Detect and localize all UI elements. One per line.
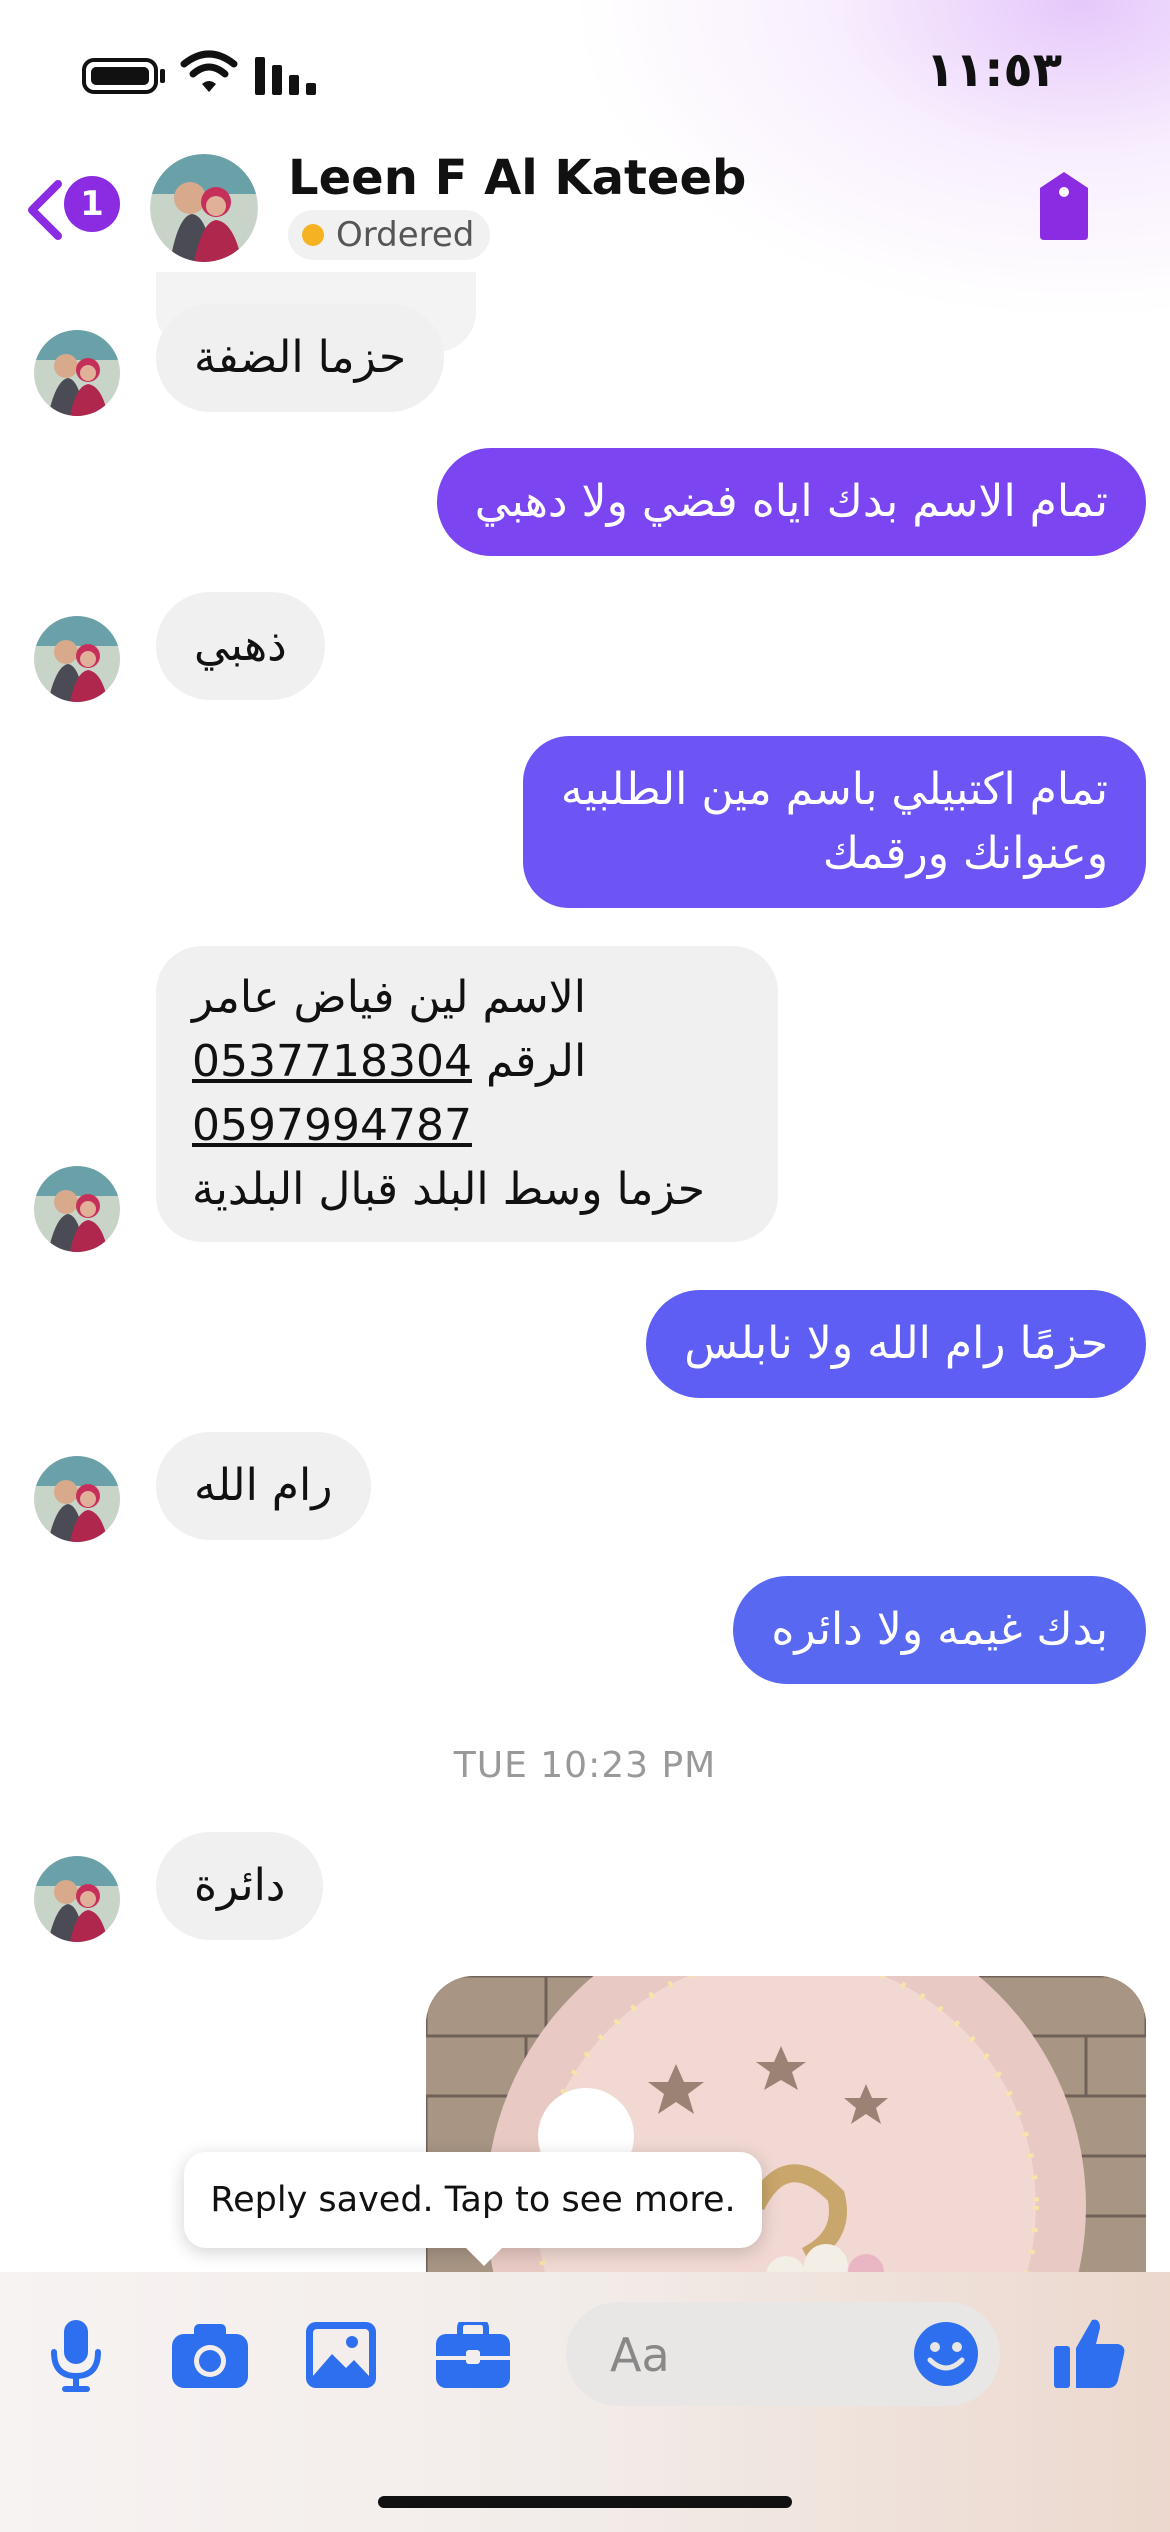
signal-icon xyxy=(255,57,316,95)
status-label: Ordered xyxy=(336,215,475,255)
outgoing-message[interactable]: حزمًا رام الله ولا نابلس xyxy=(646,1290,1146,1398)
incoming-message[interactable]: دائرة xyxy=(156,1832,324,1940)
sender-avatar[interactable] xyxy=(34,616,120,702)
back-button[interactable]: 1 xyxy=(24,174,124,242)
unread-badge: 1 xyxy=(64,176,120,232)
briefcase-icon[interactable] xyxy=(436,2322,510,2388)
outgoing-message[interactable]: تمام الاسم بدك اياه فضي ولا دهبي xyxy=(436,448,1146,556)
incoming-message[interactable]: الاسم لين فياض عامر 0537718304 الرقم 059… xyxy=(156,946,778,1242)
incoming-message[interactable]: حزما الضفة xyxy=(156,304,445,412)
like-icon[interactable] xyxy=(1054,2316,1126,2390)
reply-saved-tooltip[interactable]: Reply saved. Tap to see more. xyxy=(184,2152,762,2266)
message-line: 0597994787 xyxy=(192,1094,742,1158)
phone-link[interactable]: 0597994787 xyxy=(192,1100,472,1151)
wifi-icon xyxy=(180,50,238,92)
message-line: وعنوانك ورقمك xyxy=(822,828,1108,879)
phone-link[interactable]: 0537718304 xyxy=(192,1036,472,1087)
message-line: 0537718304 الرقم xyxy=(192,1030,742,1094)
chevron-left-icon xyxy=(28,180,62,240)
sender-avatar[interactable] xyxy=(34,330,120,416)
tag-icon[interactable] xyxy=(1034,170,1094,242)
sender-avatar[interactable] xyxy=(34,1166,120,1252)
camera-icon[interactable] xyxy=(172,2324,248,2388)
contact-avatar[interactable] xyxy=(150,154,258,262)
composer-bar: Aa xyxy=(0,2272,1170,2532)
message-timestamp: TUE 10:23 PM xyxy=(453,1745,717,1786)
message-line: الاسم لين فياض عامر xyxy=(192,972,587,1023)
emoji-icon[interactable] xyxy=(912,2320,980,2388)
order-status-pill[interactable]: Ordered xyxy=(288,210,491,260)
battery-tip xyxy=(160,69,165,83)
incoming-message[interactable]: ذهبي xyxy=(156,592,325,700)
message-text: الرقم xyxy=(485,1036,587,1087)
message-input[interactable]: Aa xyxy=(566,2302,1000,2406)
sender-avatar[interactable] xyxy=(34,1456,120,1542)
status-bar: ١١:٥٣ xyxy=(0,0,1170,150)
sender-avatar[interactable] xyxy=(34,1856,120,1942)
outgoing-message[interactable]: تمام اكتبيلي باسم مين الطلبيه وعنوانك ور… xyxy=(522,736,1146,908)
status-time: ١١:٥٣ xyxy=(925,42,1062,98)
status-dot xyxy=(302,224,324,246)
contact-name[interactable]: Leen F Al Kateeb xyxy=(288,150,746,206)
message-input-placeholder: Aa xyxy=(610,2328,670,2382)
chat-header: 1 Leen F Al Kateeb Ordered xyxy=(0,150,1170,270)
outgoing-message[interactable]: بدك غيمه ولا دائره xyxy=(733,1576,1146,1684)
battery-icon xyxy=(82,58,158,94)
home-indicator xyxy=(378,2496,792,2508)
message-line: حزما وسط البلد قبال البلدية xyxy=(192,1164,705,1215)
message-line: تمام اكتبيلي باسم مين الطلبيه xyxy=(560,764,1108,815)
gallery-icon[interactable] xyxy=(306,2322,376,2388)
microphone-icon[interactable] xyxy=(46,2318,106,2392)
incoming-message[interactable]: رام الله xyxy=(156,1432,371,1540)
